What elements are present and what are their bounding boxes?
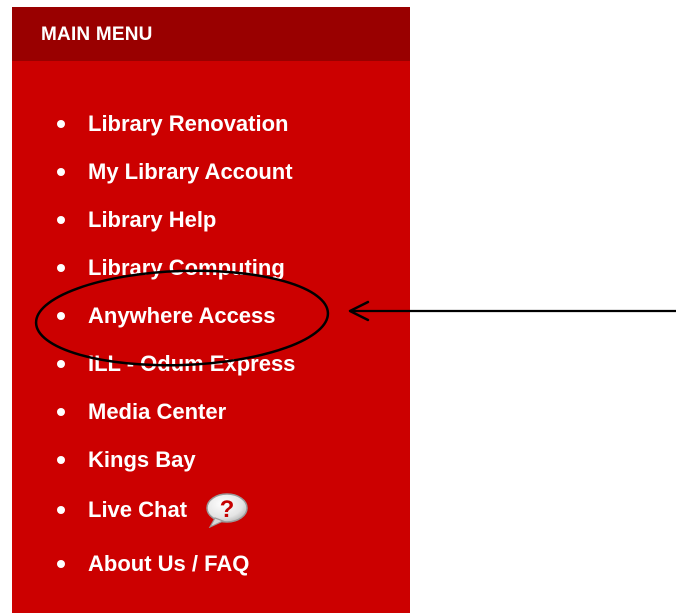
- bullet-icon: [57, 360, 65, 368]
- svg-text:?: ?: [220, 496, 235, 523]
- bullet-icon: [57, 560, 65, 568]
- bullet-icon: [57, 408, 65, 416]
- bullet-icon: [57, 168, 65, 176]
- menu-item-my-library-account[interactable]: My Library Account: [57, 157, 293, 187]
- bullet-icon: [57, 456, 65, 464]
- menu-item-label: About Us / FAQ: [88, 551, 250, 576]
- menu-item-label: Live Chat: [88, 497, 188, 522]
- menu-item-library-renovation[interactable]: Library Renovation: [57, 109, 288, 139]
- bullet-icon: [57, 120, 65, 128]
- menu-item-label: Library Computing: [88, 255, 285, 280]
- menu-item-label: My Library Account: [88, 159, 293, 184]
- menu-item-about-us-faq[interactable]: About Us / FAQ: [57, 549, 249, 579]
- menu-item-kings-bay[interactable]: Kings Bay: [57, 445, 196, 475]
- menu-item-label: Kings Bay: [88, 447, 196, 472]
- main-menu-panel: MAIN MENU Library Renovation My Library …: [12, 7, 410, 613]
- bullet-icon: [57, 312, 65, 320]
- menu-item-label: Library Help: [88, 207, 217, 232]
- menu-item-live-chat[interactable]: Live Chat ?: [57, 492, 249, 528]
- menu-item-label: Library Renovation: [88, 111, 289, 136]
- menu-item-library-computing[interactable]: Library Computing: [57, 253, 285, 283]
- main-menu-header: MAIN MENU: [12, 7, 410, 61]
- bullet-icon: [57, 506, 65, 514]
- main-menu-title: MAIN MENU: [41, 24, 153, 45]
- bullet-icon: [57, 264, 65, 272]
- menu-item-library-help[interactable]: Library Help: [57, 205, 216, 235]
- menu-item-label: ILL - Odum Express: [88, 351, 296, 376]
- menu-item-media-center[interactable]: Media Center: [57, 397, 226, 427]
- menu-item-anywhere-access[interactable]: Anywhere Access: [57, 301, 276, 331]
- menu-item-label: Media Center: [88, 399, 227, 424]
- question-bubble-icon[interactable]: ?: [203, 492, 249, 528]
- menu-item-label: Anywhere Access: [88, 303, 276, 328]
- menu-item-ill-odum-express[interactable]: ILL - Odum Express: [57, 349, 295, 379]
- bullet-icon: [57, 216, 65, 224]
- screenshot-canvas: MAIN MENU Library Renovation My Library …: [0, 0, 681, 613]
